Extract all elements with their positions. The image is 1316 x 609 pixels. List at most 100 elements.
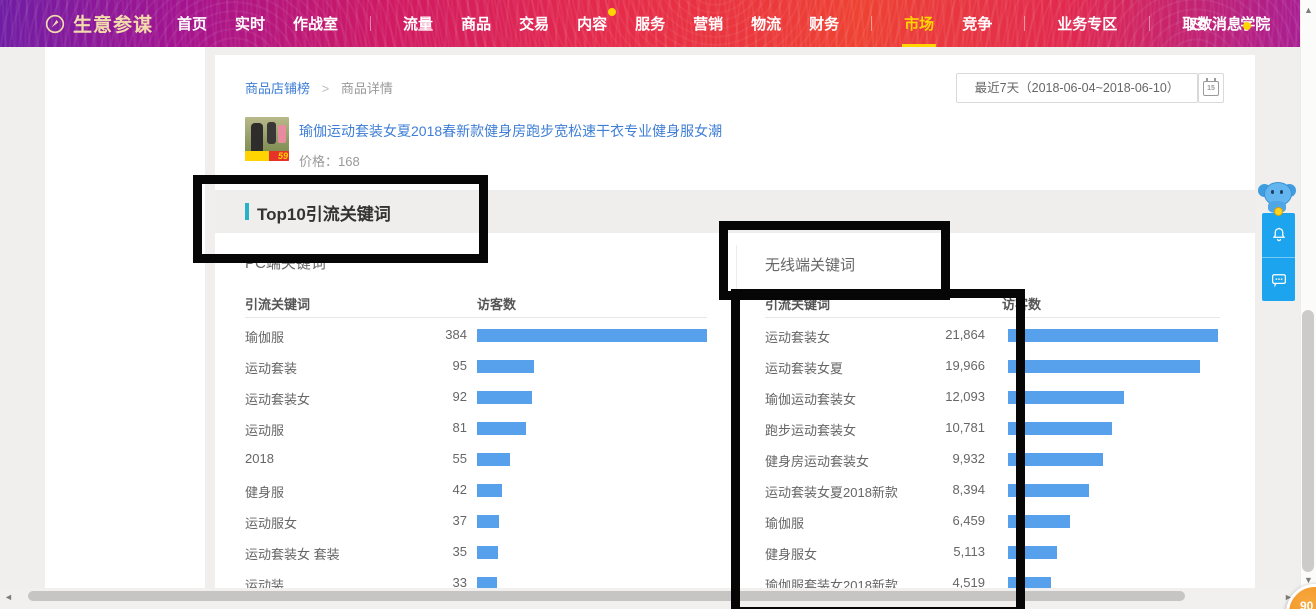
nav-item-实时[interactable]: 实时 <box>221 0 279 47</box>
thumb-figure <box>251 123 263 153</box>
pc-keywords-table: 引流关键词 访客数 瑜伽服 384 运动套装 95 运动套装女 92 运动服 8… <box>245 288 707 597</box>
keyword-label[interactable]: 运动服 <box>245 420 284 439</box>
nav-item-首页[interactable]: 首页 <box>163 0 221 47</box>
nav-item-竞争[interactable]: 竞争 <box>948 0 1006 47</box>
sycm-logo-icon <box>45 14 65 34</box>
keyword-row: 运动套装女 92 <box>245 380 707 411</box>
visitor-count: 42 <box>367 482 467 497</box>
column-divider <box>736 245 737 588</box>
keyword-row: 健身房运动套装女 9,932 <box>765 442 1220 473</box>
nav-item-业务专区[interactable]: 业务专区 <box>1043 0 1131 47</box>
nav-item-label: 财务 <box>809 13 839 34</box>
calendar-icon: 15 <box>1203 81 1219 96</box>
nav-item-服务[interactable]: 服务 <box>621 0 679 47</box>
keyword-label[interactable]: 运动套装 <box>245 358 297 377</box>
nav-item-label: 营销 <box>693 13 723 34</box>
nav-item-label: 业务专区 <box>1057 13 1117 34</box>
pc-keywords-subtitle: PC端关键词 <box>245 252 326 273</box>
wireless-keywords-table: 引流关键词 访客数 运动套装女 21,864 运动套装女夏 19,966 瑜伽运… <box>765 288 1220 597</box>
calendar-button[interactable]: 15 <box>1198 73 1224 103</box>
keyword-row: 运动套装女 套装 35 <box>245 535 707 566</box>
keyword-label[interactable]: 健身服 <box>245 482 284 501</box>
product-thumbnail[interactable]: 59 <box>245 117 289 161</box>
visitor-bar <box>1008 422 1112 435</box>
keyword-label[interactable]: 运动套装女 <box>765 327 830 346</box>
envelope-icon <box>1190 18 1206 30</box>
keyword-label[interactable]: 健身服女 <box>765 544 817 563</box>
column-header-keyword: 引流关键词 <box>245 294 310 313</box>
brand[interactable]: 生意参谋 <box>45 0 153 47</box>
nav-item-市场[interactable]: 市场 <box>890 0 948 47</box>
visitor-count: 6,459 <box>885 513 985 528</box>
visitor-bar <box>477 546 498 559</box>
nav-item-label: 流量 <box>403 13 433 34</box>
date-range-picker[interactable]: 最近7天（2018-06-04~2018-06-10） <box>956 73 1198 103</box>
keyword-label[interactable]: 瑜伽运动套装女 <box>765 389 856 408</box>
keyword-label[interactable]: 运动套装女 <box>245 389 310 408</box>
keyword-label[interactable]: 瑜伽服 <box>765 513 804 532</box>
product-title-link[interactable]: 瑜伽运动套装女夏2018春新款健身房跑步宽松速干衣专业健身服女潮 <box>299 121 722 141</box>
nav-item-label: 物流 <box>751 13 781 34</box>
nav-item-作战室[interactable]: 作战室 <box>279 0 352 47</box>
keyword-label[interactable]: 健身房运动套装女 <box>765 451 869 470</box>
table-header: 引流关键词 访客数 <box>245 288 707 318</box>
scroll-left-arrow[interactable]: ◄ <box>4 593 13 602</box>
bell-icon <box>1270 226 1288 244</box>
visitor-count: 19,966 <box>885 358 985 373</box>
visitor-bar <box>1008 515 1070 528</box>
keyword-label[interactable]: 瑜伽服 <box>245 327 284 346</box>
breadcrumb-current: 商品详情 <box>341 81 393 96</box>
section-accent-bar <box>245 203 249 220</box>
top-navbar: 生意参谋 首页 实时 作战室 流量 商品 交易 内容 服务 营销 物流 财务 市… <box>0 0 1300 47</box>
visitor-bar <box>1008 391 1124 404</box>
nav-item-交易[interactable]: 交易 <box>505 0 563 47</box>
keyword-row: 运动套装女 21,864 <box>765 318 1220 349</box>
visitor-count: 92 <box>367 389 467 404</box>
visitor-bar <box>477 360 534 373</box>
nav-item-营销[interactable]: 营销 <box>679 0 737 47</box>
scroll-up-arrow[interactable]: ▲ <box>1304 6 1313 15</box>
nav-item-label: 内容 <box>577 13 607 34</box>
notification-bell-button[interactable] <box>1262 213 1295 257</box>
nav-item-label: 市场 <box>904 13 934 34</box>
keyword-label[interactable]: 运动套装女夏2018新款 <box>765 482 898 501</box>
nav-item-label: 服务 <box>635 13 665 34</box>
nav-message[interactable]: 消息 <box>1190 0 1242 47</box>
feedback-chat-button[interactable] <box>1262 257 1295 302</box>
mascot-eye <box>1280 190 1283 194</box>
keyword-label[interactable]: 2018 <box>245 451 274 466</box>
wireless-keywords-subtitle: 无线端关键词 <box>765 254 855 275</box>
visitor-count: 8,394 <box>885 482 985 497</box>
nav-item-物流[interactable]: 物流 <box>737 0 795 47</box>
keyword-row: 健身服 42 <box>245 473 707 504</box>
visitor-count: 35 <box>367 544 467 559</box>
keyword-row: 运动套装女夏2018新款 8,394 <box>765 473 1220 504</box>
mascot-eye <box>1271 190 1274 194</box>
visitor-bar <box>477 484 502 497</box>
vertical-scrollbar-thumb[interactable] <box>1302 310 1314 572</box>
column-header-keyword: 引流关键词 <box>765 294 830 313</box>
visitor-bar <box>1008 484 1089 497</box>
keyword-label[interactable]: 运动服女 <box>245 513 297 532</box>
keyword-row: 运动套装女夏 19,966 <box>765 349 1220 380</box>
visitor-count: 5,113 <box>885 544 985 559</box>
product-price: 价格：168 <box>299 151 360 170</box>
keyword-row: 运动服 81 <box>245 411 707 442</box>
keyword-label[interactable]: 运动套装女夏 <box>765 358 843 377</box>
nav-item-label: 商品 <box>461 13 491 34</box>
visitor-count: 37 <box>367 513 467 528</box>
visitor-bar <box>1008 329 1218 342</box>
nav-item-内容[interactable]: 内容 <box>563 0 621 47</box>
left-sidebar-panel <box>45 47 205 609</box>
column-header-visitors: 访客数 <box>1002 294 1041 313</box>
keyword-row: 2018 55 <box>245 442 707 473</box>
visitor-count: 21,864 <box>885 327 985 342</box>
elephant-mascot[interactable] <box>1258 181 1296 215</box>
nav-item-财务[interactable]: 财务 <box>795 0 853 47</box>
keyword-label[interactable]: 运动套装女 套装 <box>245 544 340 563</box>
nav-item-流量[interactable]: 流量 <box>389 0 447 47</box>
nav-item-商品[interactable]: 商品 <box>447 0 505 47</box>
keyword-label[interactable]: 跑步运动套装女 <box>765 420 856 439</box>
breadcrumb-parent-link[interactable]: 商品店铺榜 <box>245 81 310 96</box>
horizontal-scrollbar-thumb[interactable] <box>28 591 1185 601</box>
